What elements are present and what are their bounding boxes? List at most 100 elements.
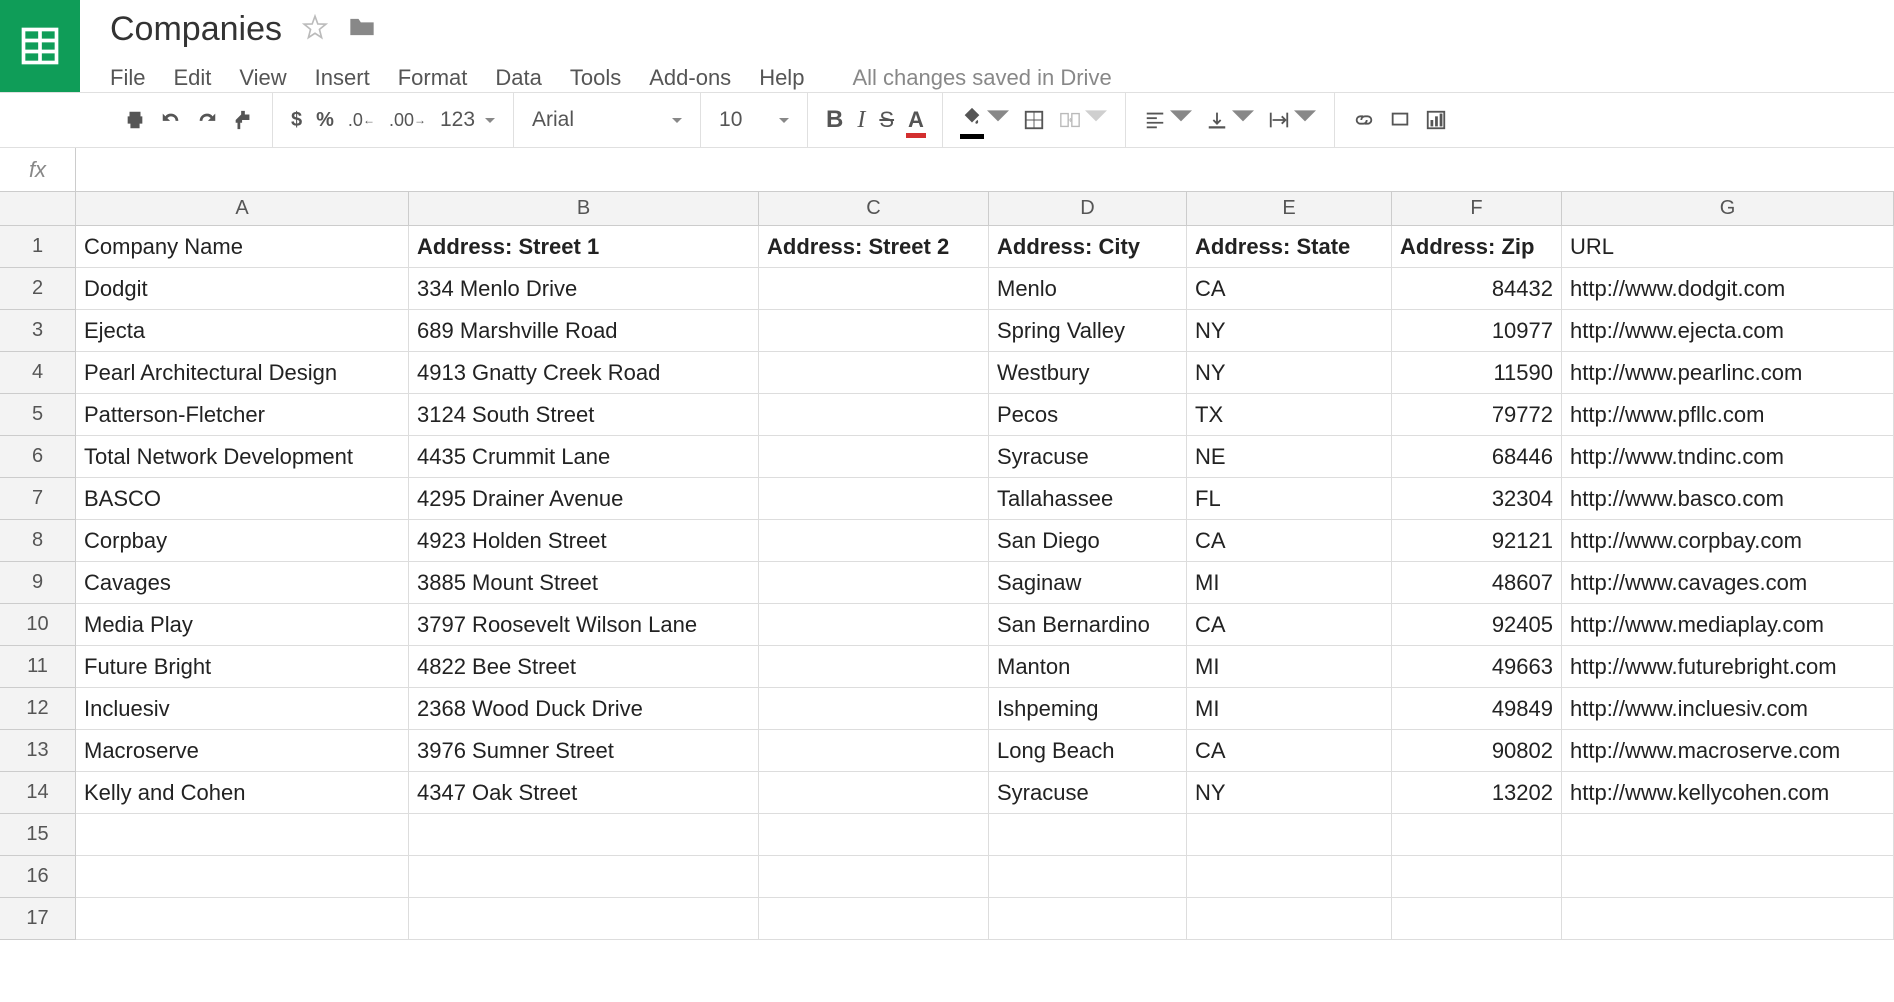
row-header[interactable]: 16 <box>0 856 76 898</box>
cell[interactable]: 3797 Roosevelt Wilson Lane <box>409 604 759 646</box>
cell[interactable] <box>1187 814 1392 856</box>
row-header[interactable]: 6 <box>0 436 76 478</box>
col-header-d[interactable]: D <box>989 192 1187 225</box>
cell[interactable]: 4822 Bee Street <box>409 646 759 688</box>
row-header[interactable]: 8 <box>0 520 76 562</box>
star-icon[interactable] <box>302 14 328 45</box>
row-header[interactable]: 5 <box>0 394 76 436</box>
row-header[interactable]: 2 <box>0 268 76 310</box>
cell[interactable]: http://www.dodgit.com <box>1562 268 1894 310</box>
undo-icon[interactable] <box>160 102 182 138</box>
menu-data[interactable]: Data <box>495 65 541 91</box>
cell[interactable]: Dodgit <box>76 268 409 310</box>
cell[interactable]: BASCO <box>76 478 409 520</box>
doc-title[interactable]: Companies <box>110 10 282 49</box>
cell[interactable]: NY <box>1187 352 1392 394</box>
paint-format-icon[interactable] <box>232 102 254 138</box>
cell[interactable]: 84432 <box>1392 268 1562 310</box>
cell[interactable]: Patterson-Fletcher <box>76 394 409 436</box>
cell[interactable] <box>1562 814 1894 856</box>
cell[interactable] <box>759 394 989 436</box>
cell[interactable]: Long Beach <box>989 730 1187 772</box>
cell[interactable] <box>1187 898 1392 940</box>
cell[interactable]: Media Play <box>76 604 409 646</box>
percent-button[interactable]: % <box>316 102 334 138</box>
cell[interactable] <box>759 772 989 814</box>
row-header[interactable]: 3 <box>0 310 76 352</box>
number-format-dropdown[interactable]: 123 <box>440 108 495 132</box>
cell[interactable] <box>76 898 409 940</box>
menu-view[interactable]: View <box>239 65 286 91</box>
cell[interactable]: 13202 <box>1392 772 1562 814</box>
cell[interactable] <box>759 268 989 310</box>
cell[interactable]: San Bernardino <box>989 604 1187 646</box>
strikethrough-button[interactable]: S <box>879 102 894 138</box>
col-header-e[interactable]: E <box>1187 192 1392 225</box>
select-all-corner[interactable] <box>0 192 76 225</box>
cell[interactable]: Pecos <box>989 394 1187 436</box>
cell[interactable]: Address: Street 1 <box>409 226 759 268</box>
decrease-decimal-button[interactable]: .0← <box>348 102 375 138</box>
row-header[interactable]: 9 <box>0 562 76 604</box>
cell[interactable]: TX <box>1187 394 1392 436</box>
cell[interactable] <box>989 814 1187 856</box>
row-header[interactable]: 12 <box>0 688 76 730</box>
cell[interactable] <box>1562 856 1894 898</box>
font-size-dropdown[interactable]: 10 <box>719 108 789 132</box>
cell[interactable]: 4347 Oak Street <box>409 772 759 814</box>
cell[interactable]: http://www.futurebright.com <box>1562 646 1894 688</box>
italic-button[interactable]: I <box>857 102 865 138</box>
cell[interactable]: Westbury <box>989 352 1187 394</box>
cell[interactable]: MI <box>1187 688 1392 730</box>
menu-file[interactable]: File <box>110 65 145 91</box>
insert-chart-button[interactable] <box>1425 102 1447 138</box>
cell[interactable] <box>759 688 989 730</box>
cell[interactable] <box>76 814 409 856</box>
cell[interactable]: 4923 Holden Street <box>409 520 759 562</box>
menu-insert[interactable]: Insert <box>315 65 370 91</box>
col-header-b[interactable]: B <box>409 192 759 225</box>
cell[interactable] <box>409 814 759 856</box>
cell[interactable] <box>759 646 989 688</box>
text-wrap-button[interactable] <box>1268 102 1316 138</box>
cell[interactable]: 49663 <box>1392 646 1562 688</box>
cell[interactable]: http://www.corpbay.com <box>1562 520 1894 562</box>
cell[interactable]: Ishpeming <box>989 688 1187 730</box>
cell[interactable] <box>1187 856 1392 898</box>
vertical-align-button[interactable] <box>1206 102 1254 138</box>
cell[interactable]: Future Bright <box>76 646 409 688</box>
cell[interactable]: http://www.macroserve.com <box>1562 730 1894 772</box>
cell[interactable]: 11590 <box>1392 352 1562 394</box>
cell[interactable]: CA <box>1187 520 1392 562</box>
cell[interactable]: San Diego <box>989 520 1187 562</box>
cell[interactable]: 3976 Sumner Street <box>409 730 759 772</box>
cell[interactable] <box>989 856 1187 898</box>
cell[interactable] <box>989 898 1187 940</box>
cell[interactable]: CA <box>1187 730 1392 772</box>
bold-button[interactable]: B <box>826 102 843 138</box>
insert-link-button[interactable] <box>1353 102 1375 138</box>
cell[interactable]: 90802 <box>1392 730 1562 772</box>
cell[interactable]: 32304 <box>1392 478 1562 520</box>
redo-icon[interactable] <box>196 102 218 138</box>
col-header-f[interactable]: F <box>1392 192 1562 225</box>
menu-help[interactable]: Help <box>759 65 804 91</box>
row-header[interactable]: 7 <box>0 478 76 520</box>
cell[interactable] <box>759 856 989 898</box>
row-header[interactable]: 15 <box>0 814 76 856</box>
row-header[interactable]: 14 <box>0 772 76 814</box>
borders-button[interactable] <box>1023 102 1045 138</box>
cell[interactable]: Menlo <box>989 268 1187 310</box>
cell[interactable]: Ejecta <box>76 310 409 352</box>
folder-icon[interactable] <box>348 15 376 44</box>
cell[interactable]: MI <box>1187 562 1392 604</box>
cell[interactable] <box>1392 856 1562 898</box>
cell[interactable]: URL <box>1562 226 1894 268</box>
cell[interactable]: http://www.mediaplay.com <box>1562 604 1894 646</box>
cell[interactable]: Manton <box>989 646 1187 688</box>
cell[interactable]: NE <box>1187 436 1392 478</box>
text-color-button[interactable]: A <box>908 102 924 138</box>
menu-addons[interactable]: Add-ons <box>649 65 731 91</box>
cell[interactable] <box>409 898 759 940</box>
menu-format[interactable]: Format <box>398 65 468 91</box>
